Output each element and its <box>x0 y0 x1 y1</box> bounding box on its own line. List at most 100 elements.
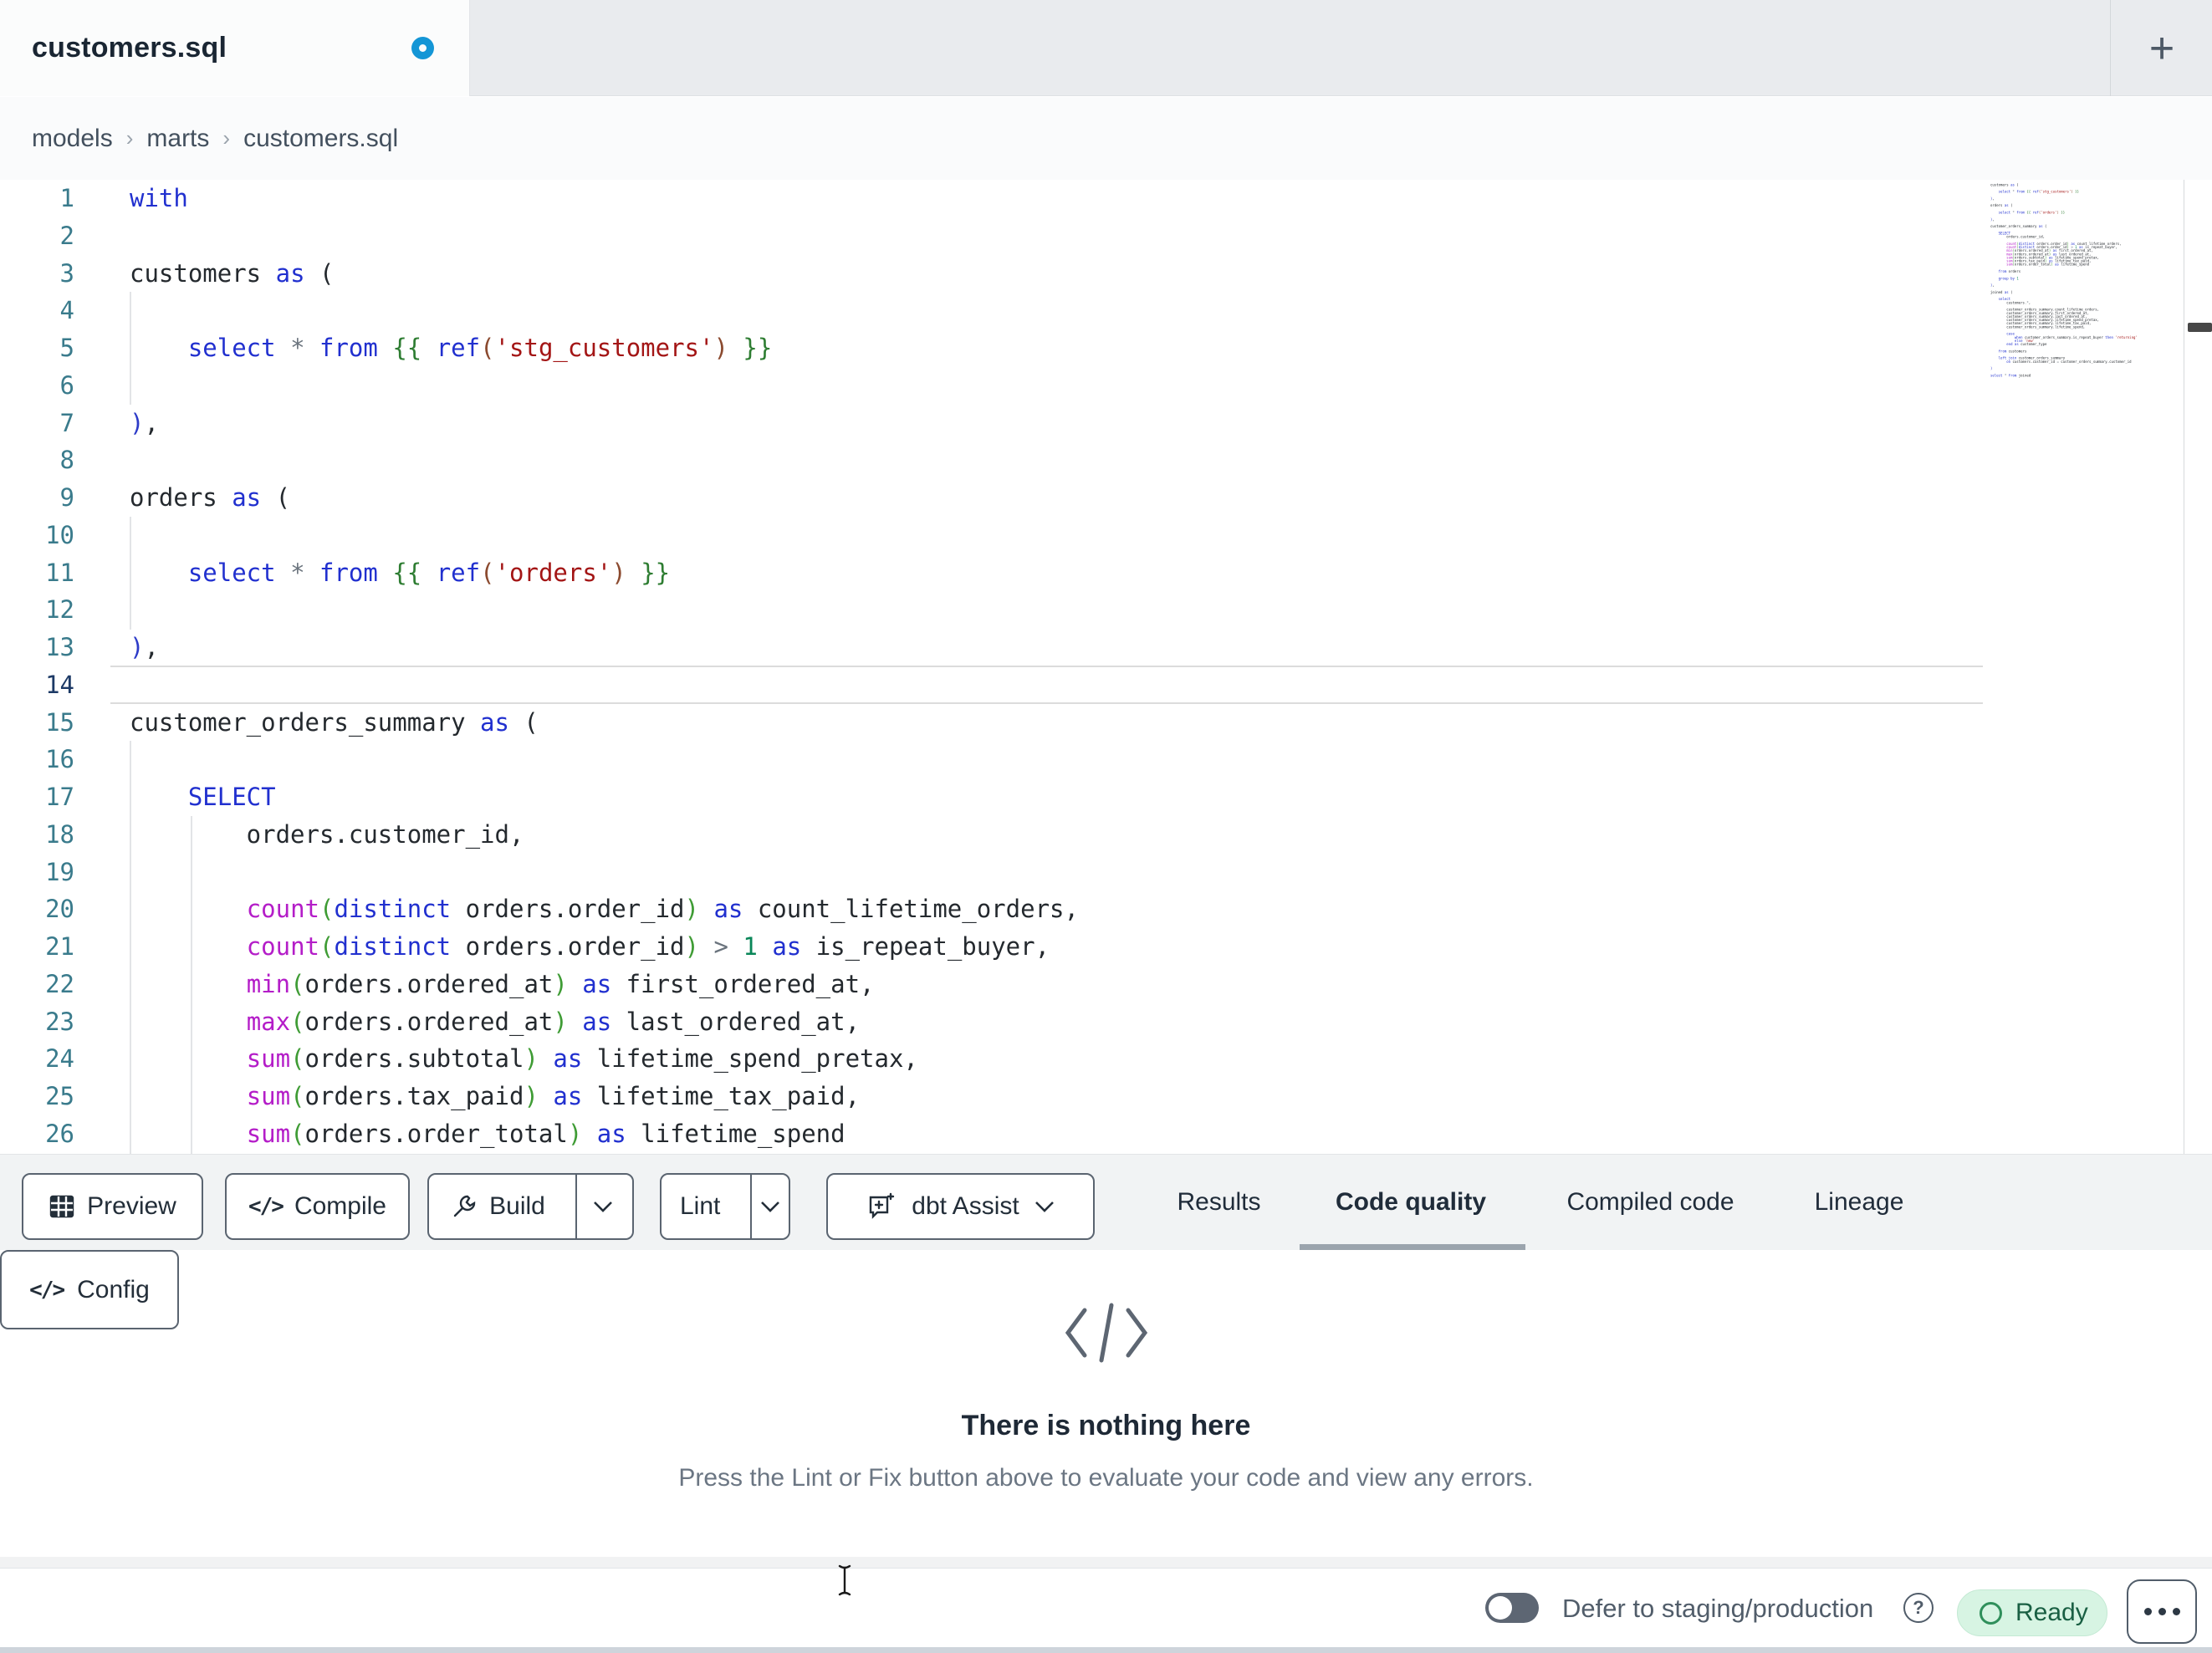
active-tab-underline <box>1300 1244 1525 1250</box>
tab-customers-sql[interactable]: customers.sql <box>0 0 470 96</box>
table-icon <box>49 1193 75 1220</box>
breadcrumb: models › marts › customers.sql <box>32 97 398 180</box>
minimap-code: with customers as ( select * from {{ ref… <box>1990 182 2138 378</box>
breadcrumb-separator: › <box>222 125 231 151</box>
code-line[interactable]: orders.customer_id, <box>130 816 1079 854</box>
line-number: 10 <box>45 520 74 549</box>
code-line[interactable]: customers as ( <box>130 255 1079 293</box>
new-tab-button[interactable]: + <box>2124 15 2199 82</box>
code-line[interactable]: sum(orders.tax_paid) as lifetime_tax_pai… <box>130 1078 1079 1115</box>
line-number: 14 <box>45 670 74 699</box>
compile-label: Compile <box>294 1192 386 1220</box>
line-number: 9 <box>59 483 74 512</box>
code-quality-panel: There is nothing here Press the Lint or … <box>0 1250 2212 1557</box>
code-line[interactable] <box>130 517 1079 554</box>
line-number: 17 <box>45 783 74 811</box>
toggle-knob <box>1489 1596 1512 1620</box>
code-line[interactable]: count(distinct orders.order_id) > 1 as i… <box>130 928 1079 966</box>
build-button[interactable]: Build <box>432 1175 564 1238</box>
panel-bottom-strip <box>0 1557 2212 1568</box>
dbt-assist-label: dbt Assist <box>912 1192 1019 1220</box>
assist-sparkle-icon <box>866 1191 897 1222</box>
dot-icon <box>2172 1608 2180 1615</box>
breadcrumb-marts[interactable]: marts <box>146 125 209 153</box>
tab-results[interactable]: Results <box>1174 1155 1264 1249</box>
scrollbar-handle[interactable] <box>2188 323 2212 332</box>
line-number: 19 <box>45 857 74 886</box>
code-line[interactable]: ), <box>130 629 1079 666</box>
code-line[interactable] <box>130 217 1079 255</box>
code-editor[interactable]: 1 2 3 4 5 6 7 8 9 10 11 12 13 14 15 16 17 18 19 20 21 22 23 24 2… <box>0 180 2212 1154</box>
line-number: 11 <box>45 558 74 587</box>
code-line[interactable] <box>130 441 1079 479</box>
line-number: 8 <box>59 446 74 475</box>
lint-button[interactable]: Lint <box>662 1175 738 1238</box>
build-label: Build <box>489 1192 545 1220</box>
code-line[interactable]: sum(orders.subtotal) as lifetime_spend_p… <box>130 1040 1079 1078</box>
window-bottom-edge <box>0 1647 2212 1653</box>
code-line[interactable] <box>130 666 1079 704</box>
ready-circle-icon <box>1980 1601 2002 1625</box>
code-line[interactable] <box>130 591 1079 629</box>
build-split-button: Build <box>427 1173 634 1240</box>
code-line[interactable] <box>130 292 1079 329</box>
breadcrumb-models[interactable]: models <box>32 125 113 153</box>
code-line[interactable]: with <box>130 180 1079 217</box>
tab-compiled-code[interactable]: Compiled code <box>1558 1155 1743 1249</box>
line-number-gutter: 1 2 3 4 5 6 7 8 9 10 11 12 13 14 15 16 17 18 19 20 21 22 23 24 2… <box>0 180 74 1153</box>
chevron-down-icon <box>1034 1201 1054 1212</box>
line-number: 13 <box>45 633 74 661</box>
compile-button[interactable]: </> Compile <box>225 1173 410 1240</box>
preview-label: Preview <box>87 1192 176 1220</box>
wrench-icon <box>451 1193 478 1220</box>
line-number: 4 <box>59 296 74 325</box>
file-header-row: models › marts › customers.sql <box>0 97 2212 270</box>
line-number: 3 <box>59 258 74 288</box>
code-line[interactable]: ), <box>130 405 1079 442</box>
ready-label: Ready <box>2015 1599 2088 1626</box>
code-line[interactable]: count(distinct orders.order_id) as count… <box>130 890 1079 928</box>
lint-split-button: Lint <box>660 1173 790 1240</box>
status-badge: Ready <box>1957 1589 2107 1636</box>
lint-dropdown-button[interactable] <box>750 1175 789 1238</box>
line-number: 15 <box>45 707 74 737</box>
code-line[interactable]: sum(orders.order_total) as lifetime_spen… <box>130 1115 1079 1153</box>
line-number: 16 <box>45 745 74 774</box>
text-cursor-pointer <box>836 1564 853 1601</box>
breadcrumb-customers-sql[interactable]: customers.sql <box>243 125 398 153</box>
line-number: 26 <box>45 1119 74 1148</box>
code-line[interactable]: min(orders.ordered_at) as first_ordered_… <box>130 966 1079 1003</box>
code-slash-icon <box>1063 1303 1150 1369</box>
tab-code-quality[interactable]: Code quality <box>1320 1155 1502 1249</box>
empty-state-description: Press the Lint or Fix button above to ev… <box>678 1464 1534 1492</box>
code-line[interactable]: customer_orders_summary as ( <box>130 704 1079 742</box>
line-number: 1 <box>59 184 74 212</box>
line-number: 5 <box>59 334 74 362</box>
code-line[interactable]: max(orders.ordered_at) as last_ordered_a… <box>130 1003 1079 1041</box>
defer-label: Defer to staging/production <box>1562 1593 1874 1623</box>
line-number: 7 <box>59 408 74 437</box>
code-line[interactable] <box>130 367 1079 405</box>
code-line[interactable] <box>130 854 1079 891</box>
chevron-down-icon <box>593 1201 612 1212</box>
line-number: 2 <box>59 221 74 250</box>
help-icon[interactable]: ? <box>1903 1593 1934 1623</box>
code-line[interactable] <box>130 741 1079 778</box>
dbt-assist-button[interactable]: dbt Assist <box>826 1173 1095 1240</box>
line-number: 12 <box>45 595 74 625</box>
minimap[interactable]: with customers as ( select * from {{ ref… <box>1990 180 2184 394</box>
code-line[interactable]: select * from {{ ref('orders') }} <box>130 554 1079 592</box>
more-options-button[interactable] <box>2127 1579 2197 1644</box>
panel-toolbar: Preview </> Compile Build Lint dbt Assis… <box>0 1154 2212 1250</box>
tab-lineage[interactable]: Lineage <box>1811 1155 1907 1249</box>
code-line[interactable]: select * from {{ ref('stg_customers') }} <box>130 329 1079 367</box>
tabbar-divider <box>2110 0 2111 96</box>
preview-button[interactable]: Preview <box>22 1173 203 1240</box>
empty-state-title: There is nothing here <box>961 1410 1251 1441</box>
code-line[interactable]: SELECT <box>130 778 1079 816</box>
build-dropdown-button[interactable] <box>575 1175 629 1238</box>
code-text[interactable]: with customers as ( select * from {{ ref(… <box>130 180 1079 1153</box>
code-line[interactable]: orders as ( <box>130 479 1079 517</box>
defer-toggle[interactable] <box>1485 1593 1539 1623</box>
line-number: 22 <box>45 969 74 998</box>
